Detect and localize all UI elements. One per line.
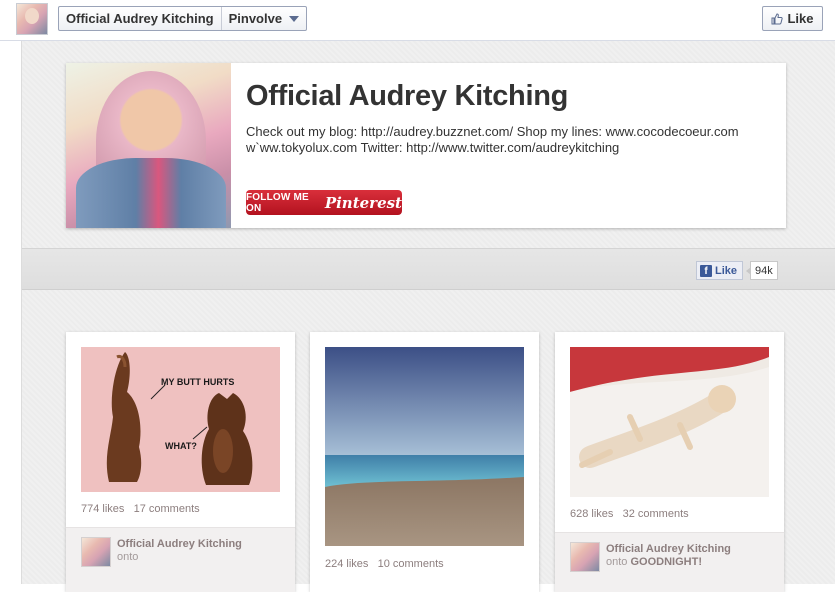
author-avatar[interactable] [570, 542, 600, 572]
page-name-link[interactable]: Official Audrey Kitching [59, 7, 222, 30]
pin-likes[interactable]: 224 likes [325, 558, 368, 570]
pin-card[interactable]: 628 likes 32 comments Official Audrey Ki… [555, 332, 784, 592]
image-text-bottom: WHAT? [165, 441, 197, 451]
facebook-like-count: 94k [746, 261, 778, 280]
onto-label: onto [606, 556, 628, 568]
follow-on-pinterest-button[interactable]: FOLLOW ME ON Pinterest [246, 190, 402, 215]
author-name[interactable]: Official Audrey Kitching [117, 538, 242, 550]
page-breadcrumb: Official Audrey Kitching Pinvolve [58, 6, 308, 31]
facebook-like-label: Like [715, 264, 738, 277]
facebook-icon: f [700, 264, 712, 277]
pinterest-logo: Pinterest [324, 193, 402, 212]
author-avatar[interactable] [81, 537, 111, 567]
profile-photo [66, 63, 231, 228]
profile-description: Check out my blog: http://audrey.buzznet… [246, 124, 739, 155]
board-link[interactable]: GOODNIGHT! [630, 556, 702, 568]
pin-image[interactable]: MY BUTT HURTS WHAT? [81, 347, 280, 492]
pin-attribution: Official Audrey Kitching onto [66, 527, 295, 592]
follow-prefix: FOLLOW ME ON [246, 191, 309, 214]
pin-likes[interactable]: 774 likes [81, 503, 124, 515]
app-tab-selector[interactable]: Pinvolve [222, 7, 306, 30]
pin-board: onto [117, 551, 138, 563]
pin-likes[interactable]: 628 likes [570, 508, 613, 520]
sleeping-cat-image [570, 347, 769, 497]
onto-label: onto [117, 551, 139, 563]
page-like-button[interactable]: Like [762, 6, 823, 31]
pin-stats: 774 likes 17 comments [81, 503, 200, 515]
main-content: Official Audrey Kitching Check out my bl… [21, 41, 835, 592]
pin-card[interactable]: 224 likes 10 comments [310, 332, 539, 592]
pin-stats: 628 likes 32 comments [570, 508, 689, 520]
pin-comments[interactable]: 10 comments [378, 558, 444, 570]
pin-stats: 224 likes 10 comments [325, 558, 444, 570]
pin-attribution: Official Audrey Kitching onto GOODNIGHT! [555, 532, 784, 592]
image-text-top: MY BUTT HURTS [161, 377, 234, 387]
author-name[interactable]: Official Audrey Kitching [606, 543, 731, 555]
pin-comments[interactable]: 17 comments [134, 503, 200, 515]
like-bar: f Like 94k [22, 248, 835, 290]
profile-name: Official Audrey Kitching [246, 80, 569, 112]
facebook-like-widget: f Like 94k [696, 261, 778, 280]
photo-figure-body [76, 158, 226, 228]
thumbs-up-icon [771, 12, 784, 24]
top-bar: Official Audrey Kitching Pinvolve Like [0, 0, 835, 41]
chocolate-bunnies-image: MY BUTT HURTS WHAT? [81, 347, 280, 492]
app-tab-label: Pinvolve [228, 11, 283, 26]
beach-image [325, 347, 524, 546]
pin-card[interactable]: MY BUTT HURTS WHAT? 774 likes 17 comment… [66, 332, 295, 592]
pin-board: onto GOODNIGHT! [606, 556, 702, 568]
profile-card: Official Audrey Kitching Check out my bl… [66, 63, 786, 228]
pin-image[interactable] [570, 347, 769, 497]
facebook-like-button[interactable]: f Like [696, 261, 744, 280]
page-avatar[interactable] [16, 3, 48, 35]
pin-image[interactable] [325, 347, 524, 546]
pin-comments[interactable]: 32 comments [623, 508, 689, 520]
chevron-down-icon [289, 15, 300, 22]
page-like-label: Like [787, 11, 814, 26]
